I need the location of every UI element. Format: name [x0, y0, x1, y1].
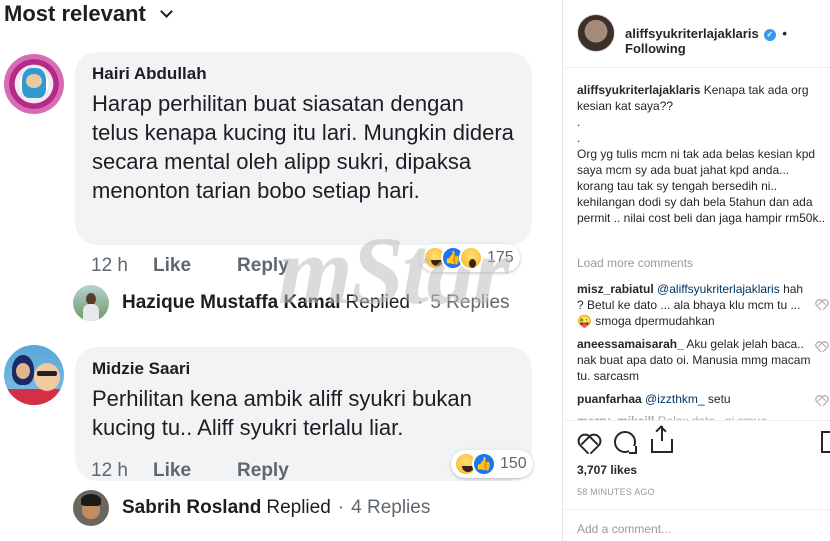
chevron-down-icon	[159, 4, 173, 18]
load-more-comments-link[interactable]: Load more comments	[577, 256, 693, 270]
comment-username[interactable]: misz_rabiatul	[577, 282, 654, 296]
reactions-summary[interactable]: 👍 175	[420, 244, 520, 272]
post-timestamp: 58 MINUTES AGO	[577, 487, 655, 497]
mention-link[interactable]: @izzthkm_	[645, 392, 705, 406]
comment-actions: 12 h Like Reply	[91, 255, 329, 277]
caption-username[interactable]: aliffsyukriterlajaklaris	[577, 83, 700, 97]
instagram-post-panel: aliffsyukriterlajaklaris ✓ • Following al…	[562, 0, 830, 541]
comment-text: setu	[707, 392, 731, 406]
avatar[interactable]	[73, 490, 109, 526]
caption-dot: .	[577, 115, 581, 129]
view-replies-link[interactable]: Hazique Mustaffa Kamal Replied · 5 Repli…	[122, 292, 510, 314]
comment-actions: 12 h Like Reply	[91, 460, 329, 482]
view-replies-link[interactable]: Sabrih Rosland Replied · 4 Replies	[122, 497, 430, 519]
like-reaction-icon: 👍	[472, 452, 496, 476]
heart-icon[interactable]	[577, 431, 599, 453]
sort-dropdown[interactable]: Most relevant	[4, 1, 173, 27]
sort-label: Most relevant	[4, 1, 146, 26]
post-caption: aliffsyukriterlajaklaris Kenapa tak ada …	[577, 82, 827, 226]
add-comment-placeholder: Add a comment...	[577, 522, 672, 536]
reply-author: Hazique Mustaffa Kamal	[122, 292, 341, 313]
caption-body: Org yg tulis mcm ni tak ada belas kesian…	[577, 147, 826, 225]
post-author-row: aliffsyukriterlajaklaris ✓ • Following	[625, 26, 830, 56]
heart-icon[interactable]	[816, 340, 827, 351]
replied-label: Replied	[266, 497, 331, 518]
like-button[interactable]: Like	[153, 460, 191, 482]
caption-dot: .	[577, 131, 581, 145]
separator-dot: •	[782, 26, 787, 41]
action-icons	[577, 426, 688, 454]
facebook-comments-panel: Most relevant Hairi Abdullah Harap perhi…	[0, 0, 560, 541]
avatar[interactable]	[73, 285, 109, 321]
reply-button[interactable]: Reply	[237, 255, 289, 277]
comment-icon[interactable]	[614, 431, 637, 454]
comment-bubble: Hairi Abdullah Harap perhilitan buat sia…	[75, 52, 532, 245]
reply-count: 5 Replies	[430, 292, 510, 313]
list-item: aneessamaisarah_ Aku gelak jelah baca.. …	[577, 336, 813, 384]
comment-timestamp[interactable]: 12 h	[91, 255, 153, 277]
reply-count: 4 Replies	[351, 497, 431, 518]
reply-author: Sabrih Rosland	[122, 497, 262, 518]
comment-username[interactable]: puanfarhaa	[577, 392, 642, 406]
list-item: puanfarhaa @izzthkm_ setu	[577, 391, 813, 407]
comment-timestamp[interactable]: 12 h	[91, 460, 153, 482]
verified-badge-icon: ✓	[763, 29, 776, 41]
bookmark-icon[interactable]	[821, 431, 830, 453]
share-icon[interactable]	[651, 426, 673, 453]
avatar[interactable]	[4, 345, 64, 405]
like-button[interactable]: Like	[153, 255, 191, 277]
reaction-count: 150	[500, 455, 527, 472]
comment-text: Harap perhilitan buat siasatan dengan te…	[92, 91, 514, 203]
comment-text: Perhilitan kena ambik aliff syukri bukan…	[92, 386, 472, 440]
add-comment-field[interactable]: Add a comment...	[563, 509, 830, 541]
list-item: misz_rabiatul @aliffsyukriterlajaklaris …	[577, 281, 813, 329]
replied-label: Replied	[345, 292, 410, 313]
avatar[interactable]	[577, 14, 615, 52]
reaction-count: 175	[487, 249, 514, 266]
separator-dot: ·	[416, 292, 424, 313]
avatar[interactable]	[4, 54, 64, 114]
separator-dot: ·	[337, 497, 345, 518]
wow-reaction-icon	[459, 246, 483, 270]
reply-button[interactable]: Reply	[237, 460, 289, 482]
following-button[interactable]: Following	[625, 41, 686, 56]
post-actions-bar: 3,707 likes 58 MINUTES AGO Add a comment…	[563, 420, 830, 540]
likes-count[interactable]: 3,707 likes	[577, 463, 637, 477]
comment-author[interactable]: Midzie Saari	[92, 358, 515, 380]
post-header: aliffsyukriterlajaklaris ✓ • Following	[563, 0, 830, 68]
heart-icon[interactable]	[816, 298, 827, 309]
heart-icon[interactable]	[816, 394, 827, 405]
username-link[interactable]: aliffsyukriterlajaklaris	[625, 26, 759, 41]
comment-username[interactable]: aneessamaisarah_	[577, 337, 684, 351]
reactions-summary[interactable]: 👍 150	[451, 450, 533, 478]
comment-author[interactable]: Hairi Abdullah	[92, 63, 515, 85]
mention-link[interactable]: @aliffsyukriterlajaklaris	[657, 282, 780, 296]
